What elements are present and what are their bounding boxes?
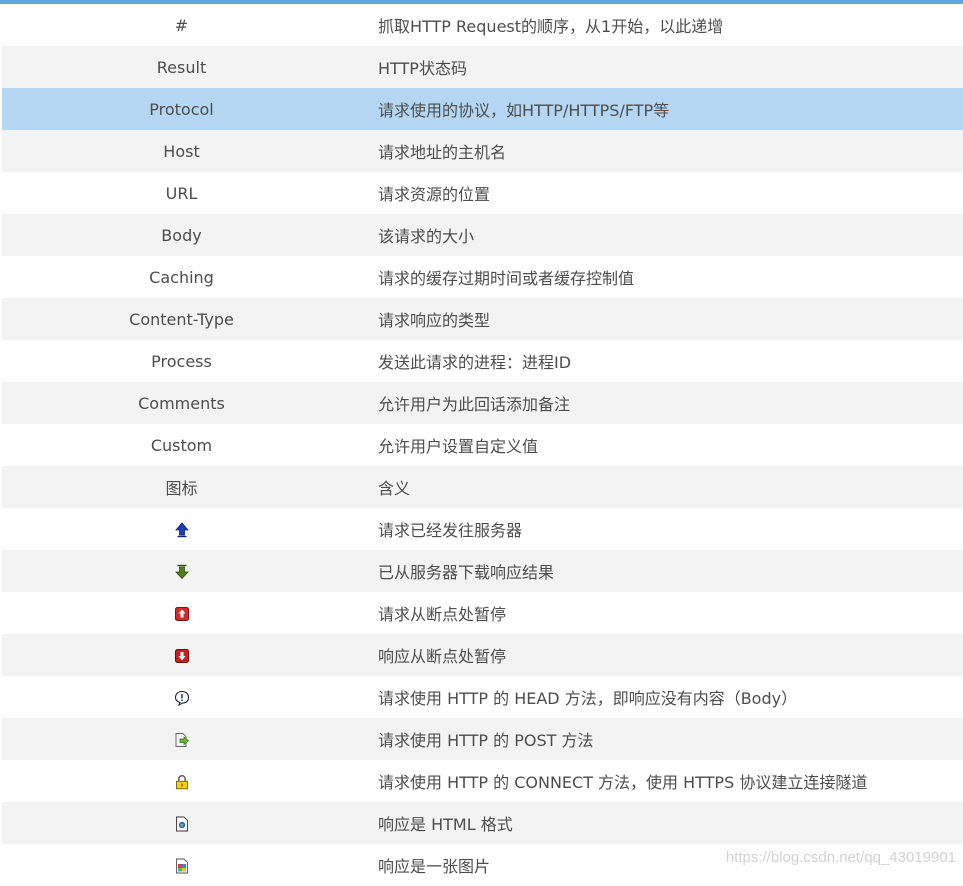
column-name: URL [165, 183, 198, 203]
column-name: Protocol [149, 99, 214, 119]
table-row[interactable]: Result HTTP状态码 [2, 46, 963, 88]
table-row[interactable]: Caching 请求的缓存过期时间或者缓存控制值 [2, 256, 963, 298]
column-name: Body [161, 225, 202, 245]
header-col2: 抓取HTTP Request的顺序，从1开始，以此递增 [378, 17, 724, 36]
icon-row[interactable]: 响应是 HTML 格式 [2, 802, 963, 844]
icon-desc: 请求使用 HTTP 的 CONNECT 方法，使用 HTTPS 协议建立连接隧道 [378, 773, 868, 792]
table-row[interactable]: URL 请求资源的位置 [2, 172, 963, 214]
table-row[interactable]: Custom 允许用户设置自定义值 [2, 424, 963, 466]
head-method-icon [174, 690, 190, 706]
column-name: Host [163, 141, 200, 161]
column-desc: 请求的缓存过期时间或者缓存控制值 [378, 269, 635, 288]
html-document-icon [174, 816, 190, 832]
icon-row[interactable]: 请求已经发往服务器 [2, 508, 963, 550]
lock-icon [174, 774, 190, 790]
icon-desc: 已从服务器下载响应结果 [378, 563, 555, 582]
table-row[interactable]: Comments 允许用户为此回话添加备注 [2, 382, 963, 424]
column-name: Result [156, 57, 207, 77]
column-desc: 请求地址的主机名 [378, 143, 507, 162]
table-row[interactable]: Body 该请求的大小 [2, 214, 963, 256]
table-row-selected[interactable]: Protocol 请求使用的协议，如HTTP/HTTPS/FTP等 [2, 88, 963, 130]
icon-row[interactable]: 请求使用 HTTP 的 CONNECT 方法，使用 HTTPS 协议建立连接隧道 [2, 760, 963, 802]
icon-row[interactable]: 请求使用 HTTP 的 POST 方法 [2, 718, 963, 760]
icon-desc: 请求使用 HTTP 的 POST 方法 [378, 731, 594, 750]
column-desc: 允许用户为此回话添加备注 [378, 395, 571, 414]
column-name: Process [151, 351, 212, 371]
image-file-icon [174, 858, 190, 874]
icon-row[interactable]: 请求从断点处暂停 [2, 592, 963, 634]
column-desc: 允许用户设置自定义值 [378, 437, 539, 456]
column-desc: 发送此请求的进程：进程ID [378, 353, 572, 372]
column-desc: 请求资源的位置 [378, 185, 491, 204]
table-row[interactable]: Content-Type 请求响应的类型 [2, 298, 963, 340]
icon-desc: 响应从断点处暂停 [378, 647, 507, 666]
column-desc: HTTP状态码 [378, 59, 467, 78]
icon-desc: 请求使用 HTTP 的 HEAD 方法，即响应没有内容（Body） [378, 689, 798, 708]
icon-header-row: 图标 含义 [2, 466, 963, 508]
icon-row[interactable]: 请求使用 HTTP 的 HEAD 方法，即响应没有内容（Body） [2, 676, 963, 718]
icon-desc: 请求从断点处暂停 [378, 605, 507, 624]
watermark-url: https://blog.csdn.net/qq_43019901 [725, 849, 956, 866]
column-name: Content-Type [129, 309, 234, 329]
icon-header-col2: 含义 [378, 479, 411, 498]
icon-row[interactable]: 已从服务器下载响应结果 [2, 550, 963, 592]
column-name: Comments [138, 393, 225, 413]
header-col1: # [174, 15, 189, 35]
icon-desc: 请求已经发往服务器 [378, 521, 523, 540]
fiddler-fields-table: # 抓取HTTP Request的顺序，从1开始，以此递增 Result HTT… [2, 4, 963, 886]
column-desc: 请求响应的类型 [378, 311, 491, 330]
icon-row[interactable]: 响应从断点处暂停 [2, 634, 963, 676]
column-name: Custom [150, 435, 213, 455]
upload-arrow-icon [174, 522, 190, 538]
request-breakpoint-icon [174, 606, 190, 622]
table-row[interactable]: Host 请求地址的主机名 [2, 130, 963, 172]
post-method-icon [174, 732, 190, 748]
column-name: Caching [149, 267, 214, 287]
icon-desc: 响应是 HTML 格式 [378, 815, 513, 834]
response-breakpoint-icon [174, 648, 190, 664]
download-arrow-icon [174, 564, 190, 580]
table-header-row: # 抓取HTTP Request的顺序，从1开始，以此递增 [2, 4, 963, 46]
column-desc: 该请求的大小 [378, 227, 475, 246]
column-desc: 请求使用的协议，如HTTP/HTTPS/FTP等 [378, 101, 670, 120]
table-row[interactable]: Process 发送此请求的进程：进程ID [2, 340, 963, 382]
icon-header-col1: 图标 [165, 479, 198, 498]
